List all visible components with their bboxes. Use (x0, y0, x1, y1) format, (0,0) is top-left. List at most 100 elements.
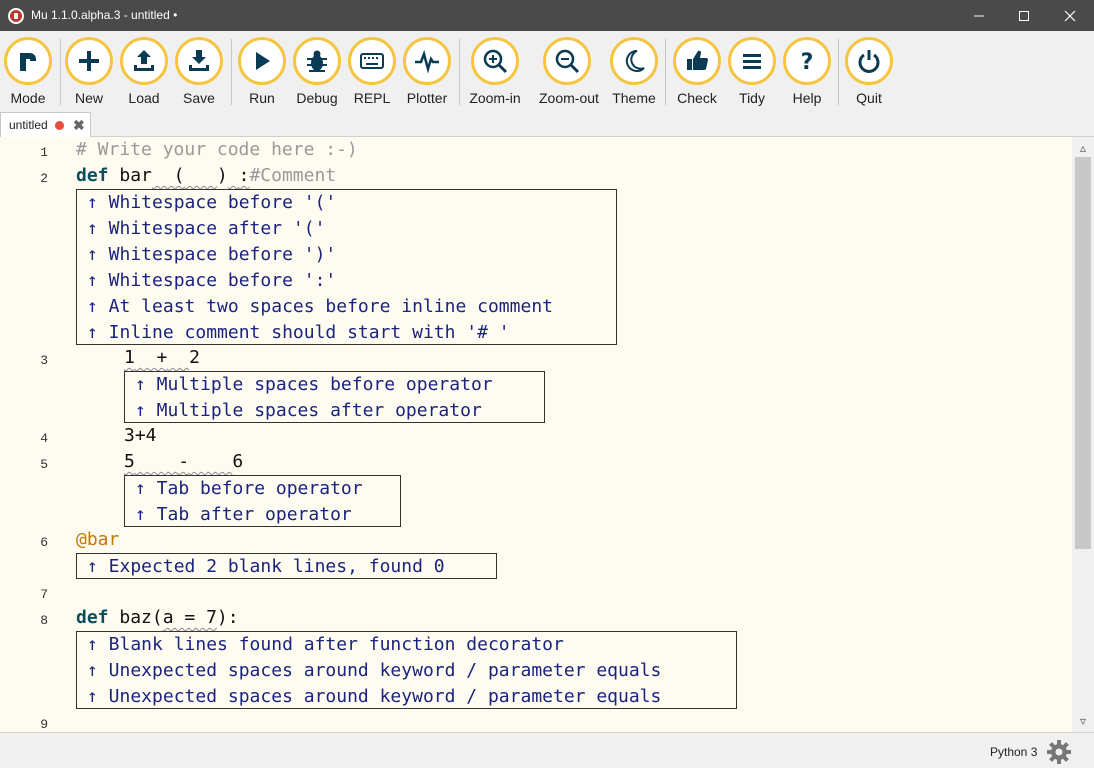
play-icon (256, 52, 270, 70)
save-label: Save (183, 90, 215, 106)
check-message: ↑ Tab after operator (135, 504, 352, 525)
code-line: @bar (76, 527, 119, 553)
zoom-out-button[interactable]: Zoom-out (539, 37, 599, 109)
keyword-token: def (76, 165, 109, 186)
check-annotation-box: ↑ Blank lines found after function decor… (76, 631, 737, 709)
check-message: ↑ Unexpected spaces around keyword / par… (87, 686, 662, 707)
tab-untitled[interactable]: untitled ✖ (0, 112, 91, 137)
quit-button[interactable]: Quit (841, 37, 897, 109)
parameter-token: a = 7 (162, 607, 217, 628)
mode-button[interactable]: Mode (0, 37, 56, 109)
scroll-down-icon[interactable]: ▿ (1076, 714, 1090, 728)
upload-icon (134, 50, 154, 71)
line-number: 4 (40, 431, 48, 446)
line-number: 1 (40, 145, 48, 160)
quit-label: Quit (856, 90, 882, 106)
zoom-out-label: Zoom-out (539, 90, 599, 106)
maximize-button[interactable] (1001, 0, 1047, 31)
check-message: ↑ Whitespace before ')' (87, 244, 337, 265)
vertical-scrollbar[interactable]: ▵ ▿ (1072, 137, 1094, 732)
line-number: 9 (40, 717, 48, 732)
plotter-label: Plotter (406, 90, 448, 106)
thumbs-up-icon (687, 50, 708, 71)
function-name-token: bar (119, 165, 152, 186)
line-number: 5 (40, 457, 48, 472)
close-icon (1064, 10, 1076, 21)
theme-label: Theme (612, 90, 656, 106)
tidy-button[interactable]: Tidy (724, 37, 780, 109)
modified-indicator-icon (55, 121, 64, 130)
plotter-button[interactable]: Plotter (399, 37, 455, 109)
check-message: ↑ Multiple spaces before operator (135, 374, 493, 395)
close-window-button[interactable] (1047, 0, 1093, 31)
code-line: 3+4 (124, 425, 157, 446)
title-bar: Mu 1.1.0.alpha.3 - untitled • (0, 0, 1094, 31)
check-message: ↑ Whitespace after '(' (87, 218, 326, 239)
decorator-token: @bar (76, 529, 120, 550)
scrollbar-thumb[interactable] (1075, 157, 1091, 549)
keyboard-icon (360, 53, 384, 69)
mode-indicator[interactable]: Python 3 (990, 745, 1037, 759)
toolbar: Mode New Load Save Run Debug REPL Plotte… (0, 31, 1094, 110)
comment-token: # Write your code here :-) (76, 139, 358, 160)
check-annotation-box: ↑ Expected 2 blank lines, found 0 (76, 553, 497, 579)
help-label: Help (792, 90, 822, 106)
zoom-out-icon (555, 49, 580, 74)
check-message: ↑ Blank lines found after function decor… (87, 634, 564, 655)
run-button[interactable]: Run (234, 37, 290, 109)
mode-label: Mode (10, 90, 46, 106)
check-button[interactable]: Check (669, 37, 725, 109)
check-annotation-box: ↑ Tab before operator ↑ Tab after operat… (124, 475, 401, 527)
window-title: Mu 1.1.0.alpha.3 - untitled • (31, 8, 178, 22)
new-button[interactable]: New (61, 37, 117, 109)
check-annotation-box: ↑ Multiple spaces before operator ↑ Mult… (124, 371, 545, 423)
line-number: 3 (40, 353, 48, 368)
check-annotation-box: ↑ Whitespace before '(' ↑ Whitespace aft… (76, 189, 617, 345)
svg-text:?: ? (801, 50, 814, 75)
scroll-up-icon[interactable]: ▵ (1076, 141, 1090, 155)
number-token: 6 (232, 451, 244, 472)
download-icon (189, 50, 209, 71)
repl-button[interactable]: REPL (344, 37, 400, 109)
lines-icon (743, 54, 761, 69)
zoom-in-label: Zoom-in (469, 90, 521, 106)
operator-token: - (178, 451, 190, 472)
save-button[interactable]: Save (171, 37, 227, 109)
code-editor[interactable]: 1 2 3 4 5 6 7 8 9 # Write your code here… (0, 137, 1094, 732)
toolbar-separator (459, 39, 460, 105)
tab-bar: untitled ✖ (0, 110, 1094, 137)
pulse-icon (415, 49, 439, 74)
colon-token: : (238, 165, 250, 186)
mu-logo-icon (8, 8, 24, 24)
mode-icon (20, 53, 36, 71)
check-label: Check (677, 90, 717, 106)
minimize-button[interactable] (956, 0, 1002, 31)
zoom-in-button[interactable]: Zoom-in (467, 37, 523, 109)
operator-token: + (156, 347, 168, 368)
theme-button[interactable]: Theme (606, 37, 662, 109)
line-number: 6 (40, 535, 48, 550)
check-message: ↑ Whitespace before ':' (87, 270, 337, 291)
check-message: ↑ Multiple spaces after operator (135, 400, 482, 421)
bug-icon (307, 50, 327, 72)
debug-button[interactable]: Debug (289, 37, 345, 109)
line-number: 2 (40, 171, 48, 186)
tab-close-icon[interactable]: ✖ (73, 117, 85, 134)
toolbar-separator (665, 39, 666, 105)
tab-label: untitled (9, 118, 48, 132)
load-button[interactable]: Load (116, 37, 172, 109)
check-message: ↑ Inline comment should start with '# ' (87, 322, 510, 343)
zoom-in-icon (483, 49, 508, 74)
code-line: # Write your code here :-) (76, 137, 358, 163)
code-area[interactable]: # Write your code here :-) def bar ( ) :… (76, 137, 1072, 732)
help-button[interactable]: ? Help (779, 37, 835, 109)
check-message: ↑ Expected 2 blank lines, found 0 (87, 556, 445, 577)
debug-label: Debug (296, 90, 338, 106)
tab-token (189, 451, 232, 472)
gear-icon[interactable] (1046, 739, 1072, 765)
